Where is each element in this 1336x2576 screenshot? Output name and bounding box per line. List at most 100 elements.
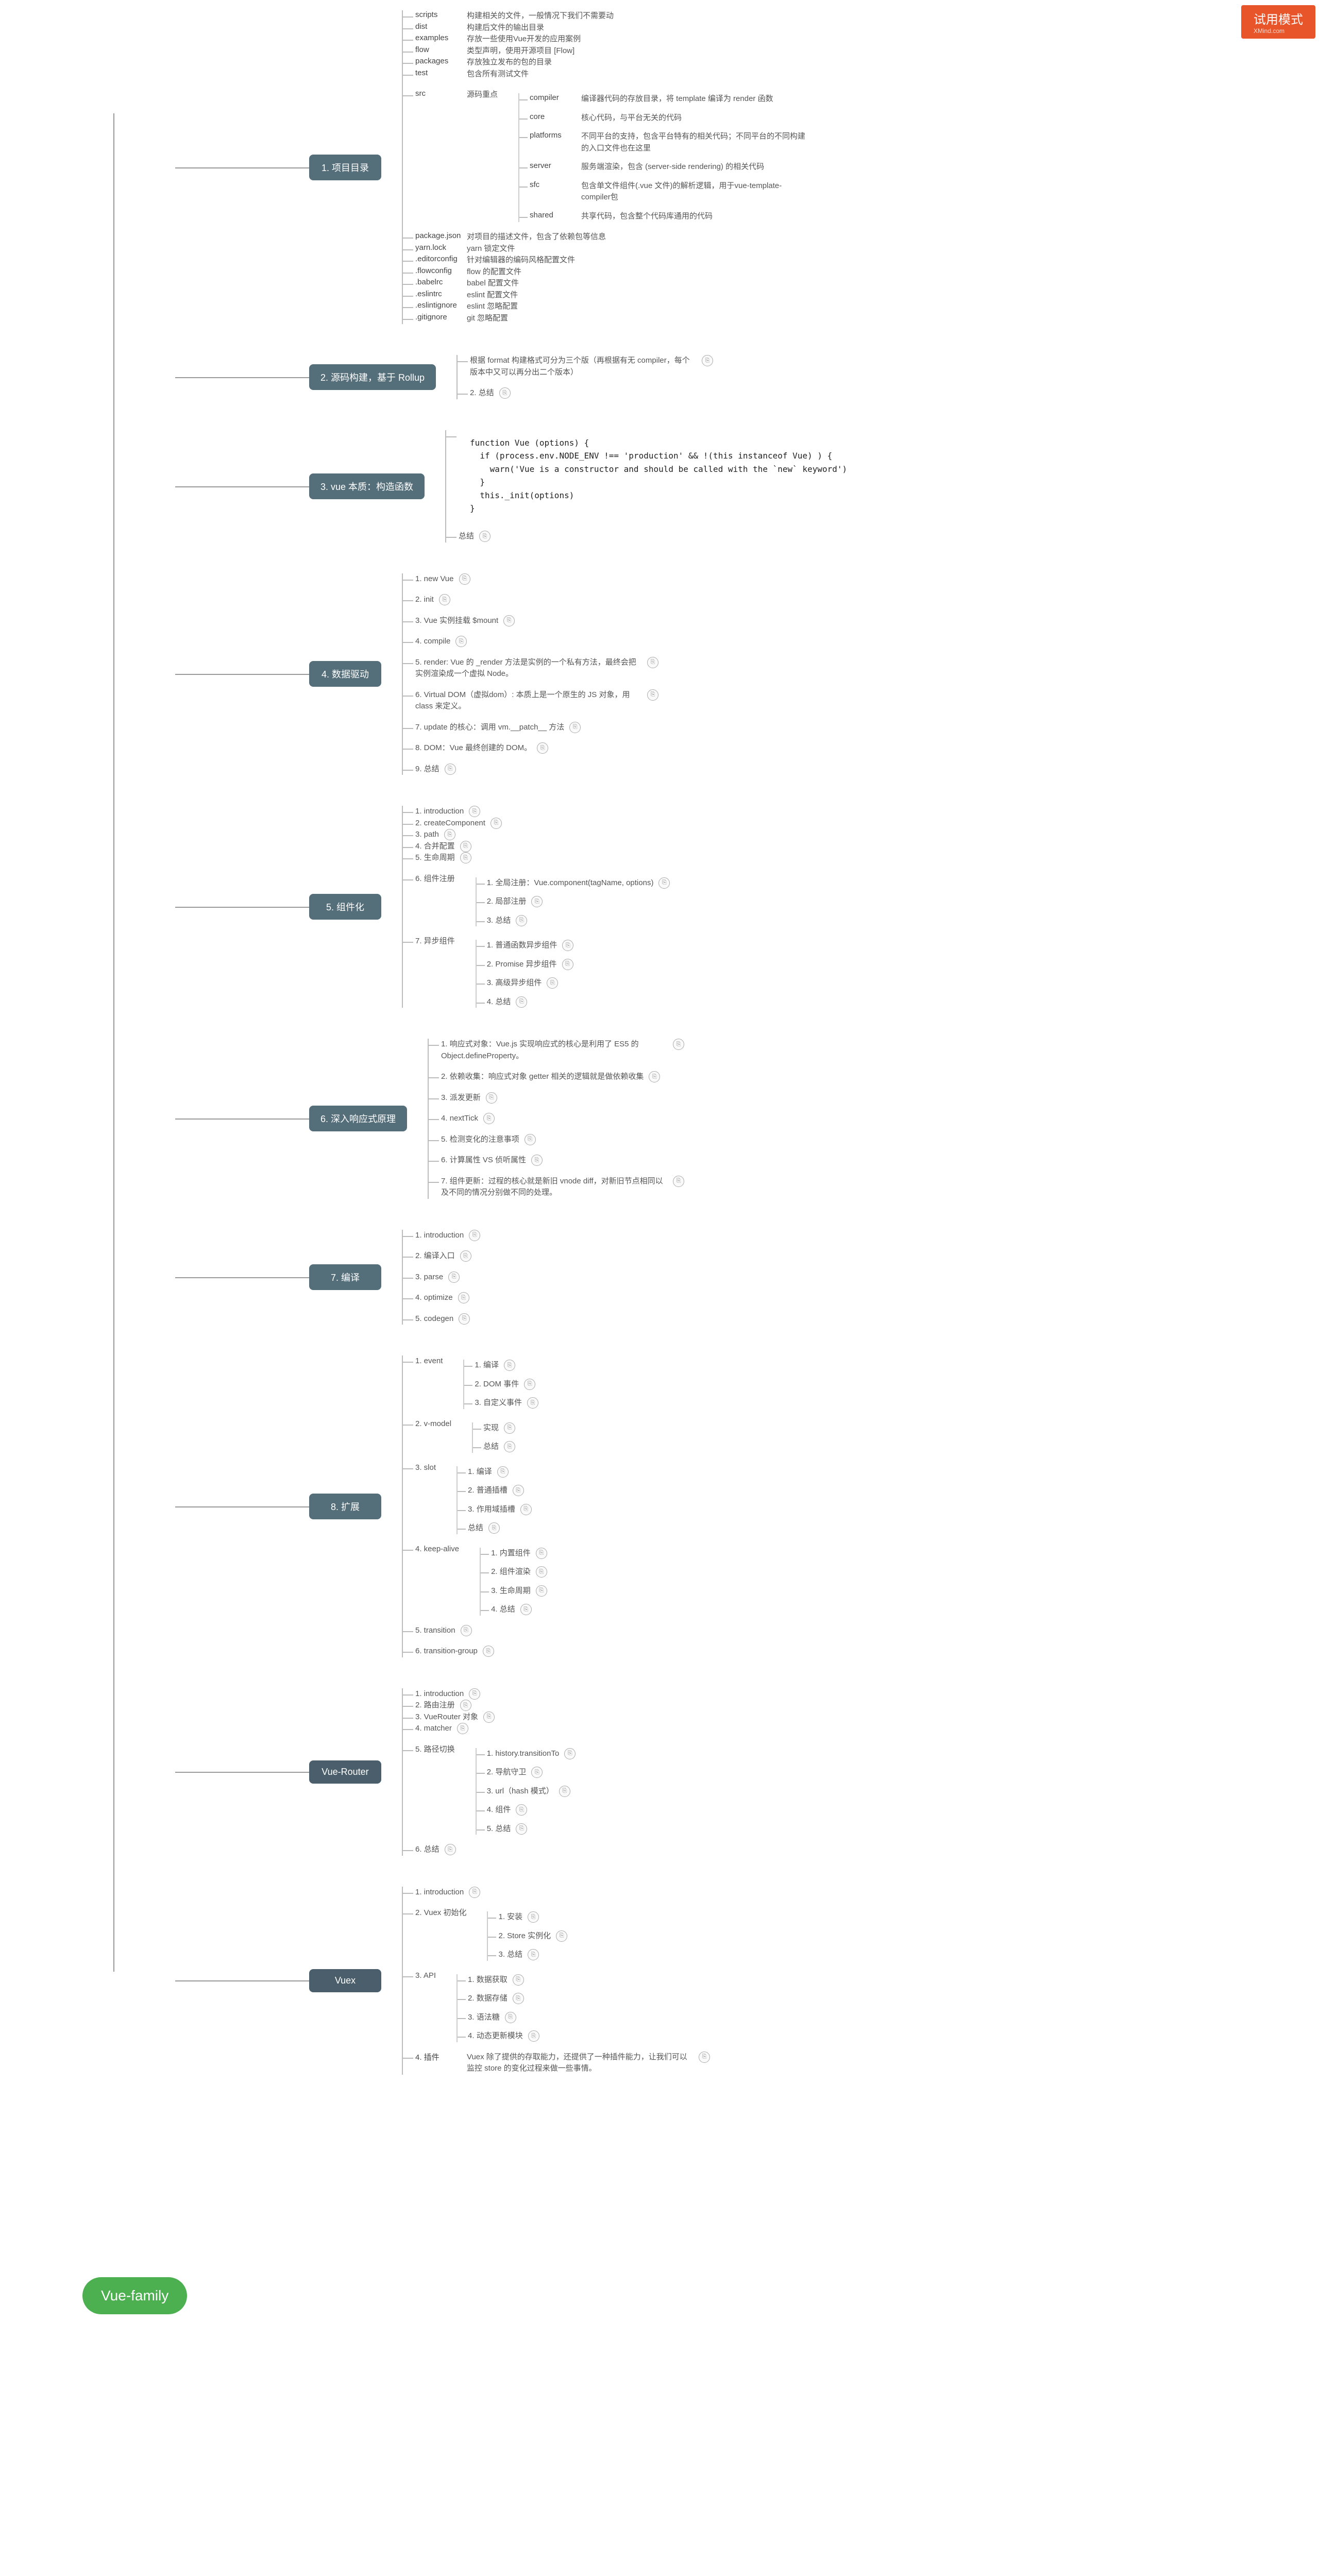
list-item: server服务端渲染，包含 (server-side rendering) 的… xyxy=(530,161,808,173)
link-icon[interactable]: ⎘ xyxy=(528,2030,539,2042)
link-icon[interactable]: ⎘ xyxy=(439,594,450,605)
link-icon[interactable]: ⎘ xyxy=(516,1823,527,1835)
link-icon[interactable]: ⎘ xyxy=(527,1397,538,1409)
list-item: 6. 计算属性 VS 侦听属性⎘ xyxy=(441,1155,684,1166)
node-6[interactable]: 6. 深入响应式原理 xyxy=(309,1106,407,1131)
link-icon[interactable]: ⎘ xyxy=(503,615,515,626)
link-icon[interactable]: ⎘ xyxy=(524,1379,535,1390)
link-icon[interactable]: ⎘ xyxy=(658,877,670,889)
list-item: 3. 生命周期⎘ xyxy=(491,1585,547,1597)
link-icon[interactable]: ⎘ xyxy=(531,896,543,907)
link-icon[interactable]: ⎘ xyxy=(536,1548,547,1559)
link-icon[interactable]: ⎘ xyxy=(556,1930,567,1942)
link-icon[interactable]: ⎘ xyxy=(461,1625,472,1636)
link-icon[interactable]: ⎘ xyxy=(504,1360,515,1371)
link-icon[interactable]: ⎘ xyxy=(483,1711,495,1723)
item-text: 3. 总结 xyxy=(487,915,511,927)
link-icon[interactable]: ⎘ xyxy=(488,1522,500,1534)
list-item: scripts构建相关的文件，一般情况下我们不需要动 xyxy=(415,10,808,22)
link-icon[interactable]: ⎘ xyxy=(516,996,527,1008)
link-icon[interactable]: ⎘ xyxy=(444,829,455,840)
link-icon[interactable]: ⎘ xyxy=(516,1804,527,1816)
node-7[interactable]: 7. 编译 xyxy=(309,1264,381,1290)
link-icon[interactable]: ⎘ xyxy=(531,1767,543,1778)
node-router[interactable]: Vue-Router xyxy=(309,1760,381,1784)
link-icon[interactable]: ⎘ xyxy=(520,1604,532,1615)
link-icon[interactable]: ⎘ xyxy=(531,1155,543,1166)
s2-item2: 2. 总结⎘ xyxy=(470,387,713,399)
node-5[interactable]: 5. 组件化 xyxy=(309,894,381,920)
node-8[interactable]: 8. 扩展 xyxy=(309,1494,381,1519)
link-icon[interactable]: ⎘ xyxy=(569,722,581,733)
link-icon[interactable]: ⎘ xyxy=(448,1272,460,1283)
item-text: 1. 安装 xyxy=(498,1911,522,1923)
section-constructor: 3. vue 本质：构造函数 function Vue (options) { … xyxy=(309,430,1326,543)
link-icon[interactable]: ⎘ xyxy=(505,2012,516,2023)
link-icon[interactable]: ⎘ xyxy=(525,1134,536,1145)
list-item: flow类型声明，使用开源项目 [Flow] xyxy=(415,45,808,57)
item-text: 4. 总结 xyxy=(487,996,511,1008)
link-icon[interactable]: ⎘ xyxy=(504,1441,515,1452)
link-icon[interactable]: ⎘ xyxy=(528,1949,539,1960)
link-icon[interactable]: ⎘ xyxy=(445,764,456,775)
link-icon[interactable]: ⎘ xyxy=(469,1887,480,1898)
link-icon[interactable]: ⎘ xyxy=(559,1786,570,1797)
link-icon[interactable]: ⎘ xyxy=(699,2052,710,2063)
link-icon[interactable]: ⎘ xyxy=(673,1176,684,1187)
link-icon[interactable]: ⎘ xyxy=(536,1566,547,1578)
link-icon[interactable]: ⎘ xyxy=(537,742,548,754)
item-text: 1. 数据获取 xyxy=(468,1974,508,1986)
link-icon[interactable]: ⎘ xyxy=(513,1974,524,1986)
item-text: 4. 动态更新模块 xyxy=(468,2030,523,2042)
link-icon[interactable]: ⎘ xyxy=(483,1113,495,1124)
link-icon[interactable]: ⎘ xyxy=(547,977,558,989)
link-icon[interactable]: ⎘ xyxy=(460,852,471,863)
src-row: src 源码重点 compiler编译器代码的存放目录，将 template 编… xyxy=(415,89,808,222)
item-key: .babelrc xyxy=(415,278,462,286)
node-2[interactable]: 2. 源码构建，基于 Rollup xyxy=(309,364,436,390)
link-icon[interactable]: ⎘ xyxy=(483,1646,494,1657)
link-icon[interactable]: ⎘ xyxy=(649,1071,660,1082)
node-3[interactable]: 3. vue 本质：构造函数 xyxy=(309,473,425,499)
link-icon[interactable]: ⎘ xyxy=(486,1092,497,1104)
link-icon[interactable]: ⎘ xyxy=(455,636,467,647)
link-icon[interactable]: ⎘ xyxy=(469,1688,480,1700)
link-icon[interactable]: ⎘ xyxy=(702,355,713,366)
link-icon[interactable]: ⎘ xyxy=(647,689,658,701)
link-icon[interactable]: ⎘ xyxy=(460,841,471,852)
mindmap: Vue-family 1. 项目目录 scripts构建相关的文件，一般情况下我… xyxy=(10,10,1326,2075)
link-icon[interactable]: ⎘ xyxy=(499,387,511,399)
node-vuex[interactable]: Vuex xyxy=(309,1969,381,1992)
s10-init: 2. Vuex 初始化1. 安装⎘2. Store 实例化⎘3. 总结⎘ xyxy=(415,1907,710,1961)
link-icon[interactable]: ⎘ xyxy=(673,1039,684,1050)
link-icon[interactable]: ⎘ xyxy=(445,1844,456,1855)
link-icon[interactable]: ⎘ xyxy=(528,1911,539,1923)
link-icon[interactable]: ⎘ xyxy=(497,1466,509,1478)
link-icon[interactable]: ⎘ xyxy=(516,915,527,926)
link-icon[interactable]: ⎘ xyxy=(469,1230,480,1241)
link-icon[interactable]: ⎘ xyxy=(536,1585,547,1597)
link-icon[interactable]: ⎘ xyxy=(460,1700,471,1711)
list-item: 4. optimize⎘ xyxy=(415,1292,480,1304)
link-icon[interactable]: ⎘ xyxy=(459,1313,470,1325)
link-icon[interactable]: ⎘ xyxy=(457,1723,468,1734)
link-icon[interactable]: ⎘ xyxy=(469,806,480,817)
node-4[interactable]: 4. 数据驱动 xyxy=(309,661,381,687)
link-icon[interactable]: ⎘ xyxy=(520,1504,532,1515)
link-icon[interactable]: ⎘ xyxy=(562,940,573,951)
list-item: shared共享代码，包含整个代码库通用的代码 xyxy=(530,211,808,223)
s8-i6: 6. transition-group⎘ xyxy=(415,1646,547,1657)
link-icon[interactable]: ⎘ xyxy=(504,1422,515,1434)
link-icon[interactable]: ⎘ xyxy=(459,573,470,585)
link-icon[interactable]: ⎘ xyxy=(458,1292,469,1303)
link-icon[interactable]: ⎘ xyxy=(491,818,502,829)
link-icon[interactable]: ⎘ xyxy=(564,1748,576,1759)
root-node[interactable]: Vue-family xyxy=(82,2277,187,2314)
link-icon[interactable]: ⎘ xyxy=(460,1250,471,1262)
link-icon[interactable]: ⎘ xyxy=(479,531,491,542)
link-icon[interactable]: ⎘ xyxy=(513,1993,524,2004)
link-icon[interactable]: ⎘ xyxy=(562,959,573,970)
link-icon[interactable]: ⎘ xyxy=(513,1485,524,1496)
link-icon[interactable]: ⎘ xyxy=(647,657,658,668)
node-1[interactable]: 1. 项目目录 xyxy=(309,155,381,180)
